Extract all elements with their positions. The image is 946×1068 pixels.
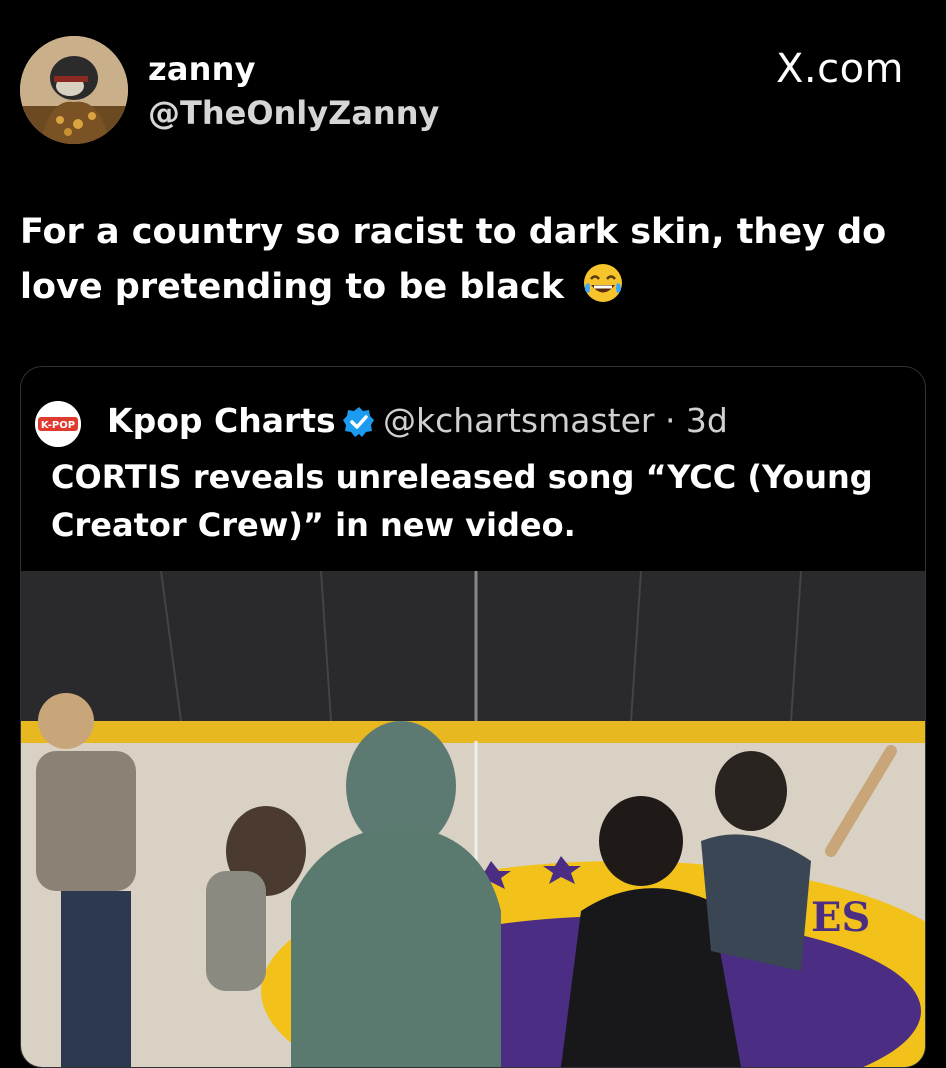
quoted-avatar-text: K-POP xyxy=(41,420,75,431)
quoted-avatar[interactable]: K-POP xyxy=(35,401,81,447)
tweet-body: For a country so racist to dark skin, th… xyxy=(20,212,887,307)
face-with-tears-of-joy-icon xyxy=(582,262,624,304)
tweet-text: For a country so racist to dark skin, th… xyxy=(20,205,920,315)
court-logo-text: ES xyxy=(811,894,870,941)
quoted-tweet-text: CORTIS reveals unreleased song “YCC (You… xyxy=(51,458,873,544)
quoted-tweet[interactable]: K-POP Kpop Charts @kchartsmaster · 3d CO… xyxy=(20,366,926,1068)
tweet-header: zanny @TheOnlyZanny X.com xyxy=(20,36,926,146)
quoted-handle-time[interactable]: @kchartsmaster · 3d xyxy=(383,401,728,440)
avatar[interactable] xyxy=(20,36,128,144)
quoted-media[interactable]: ES xyxy=(21,570,925,1067)
author-handle[interactable]: @TheOnlyZanny xyxy=(148,94,439,132)
video-still: ES xyxy=(21,570,925,1067)
brand-label: X.com xyxy=(775,46,904,92)
avatar-illustration xyxy=(20,36,128,144)
author-name[interactable]: zanny xyxy=(148,50,256,88)
verified-badge-icon xyxy=(343,407,374,437)
quoted-author-name[interactable]: Kpop Charts xyxy=(107,401,336,440)
quoted-tweet-header: K-POP Kpop Charts @kchartsmaster · 3d xyxy=(35,397,915,447)
